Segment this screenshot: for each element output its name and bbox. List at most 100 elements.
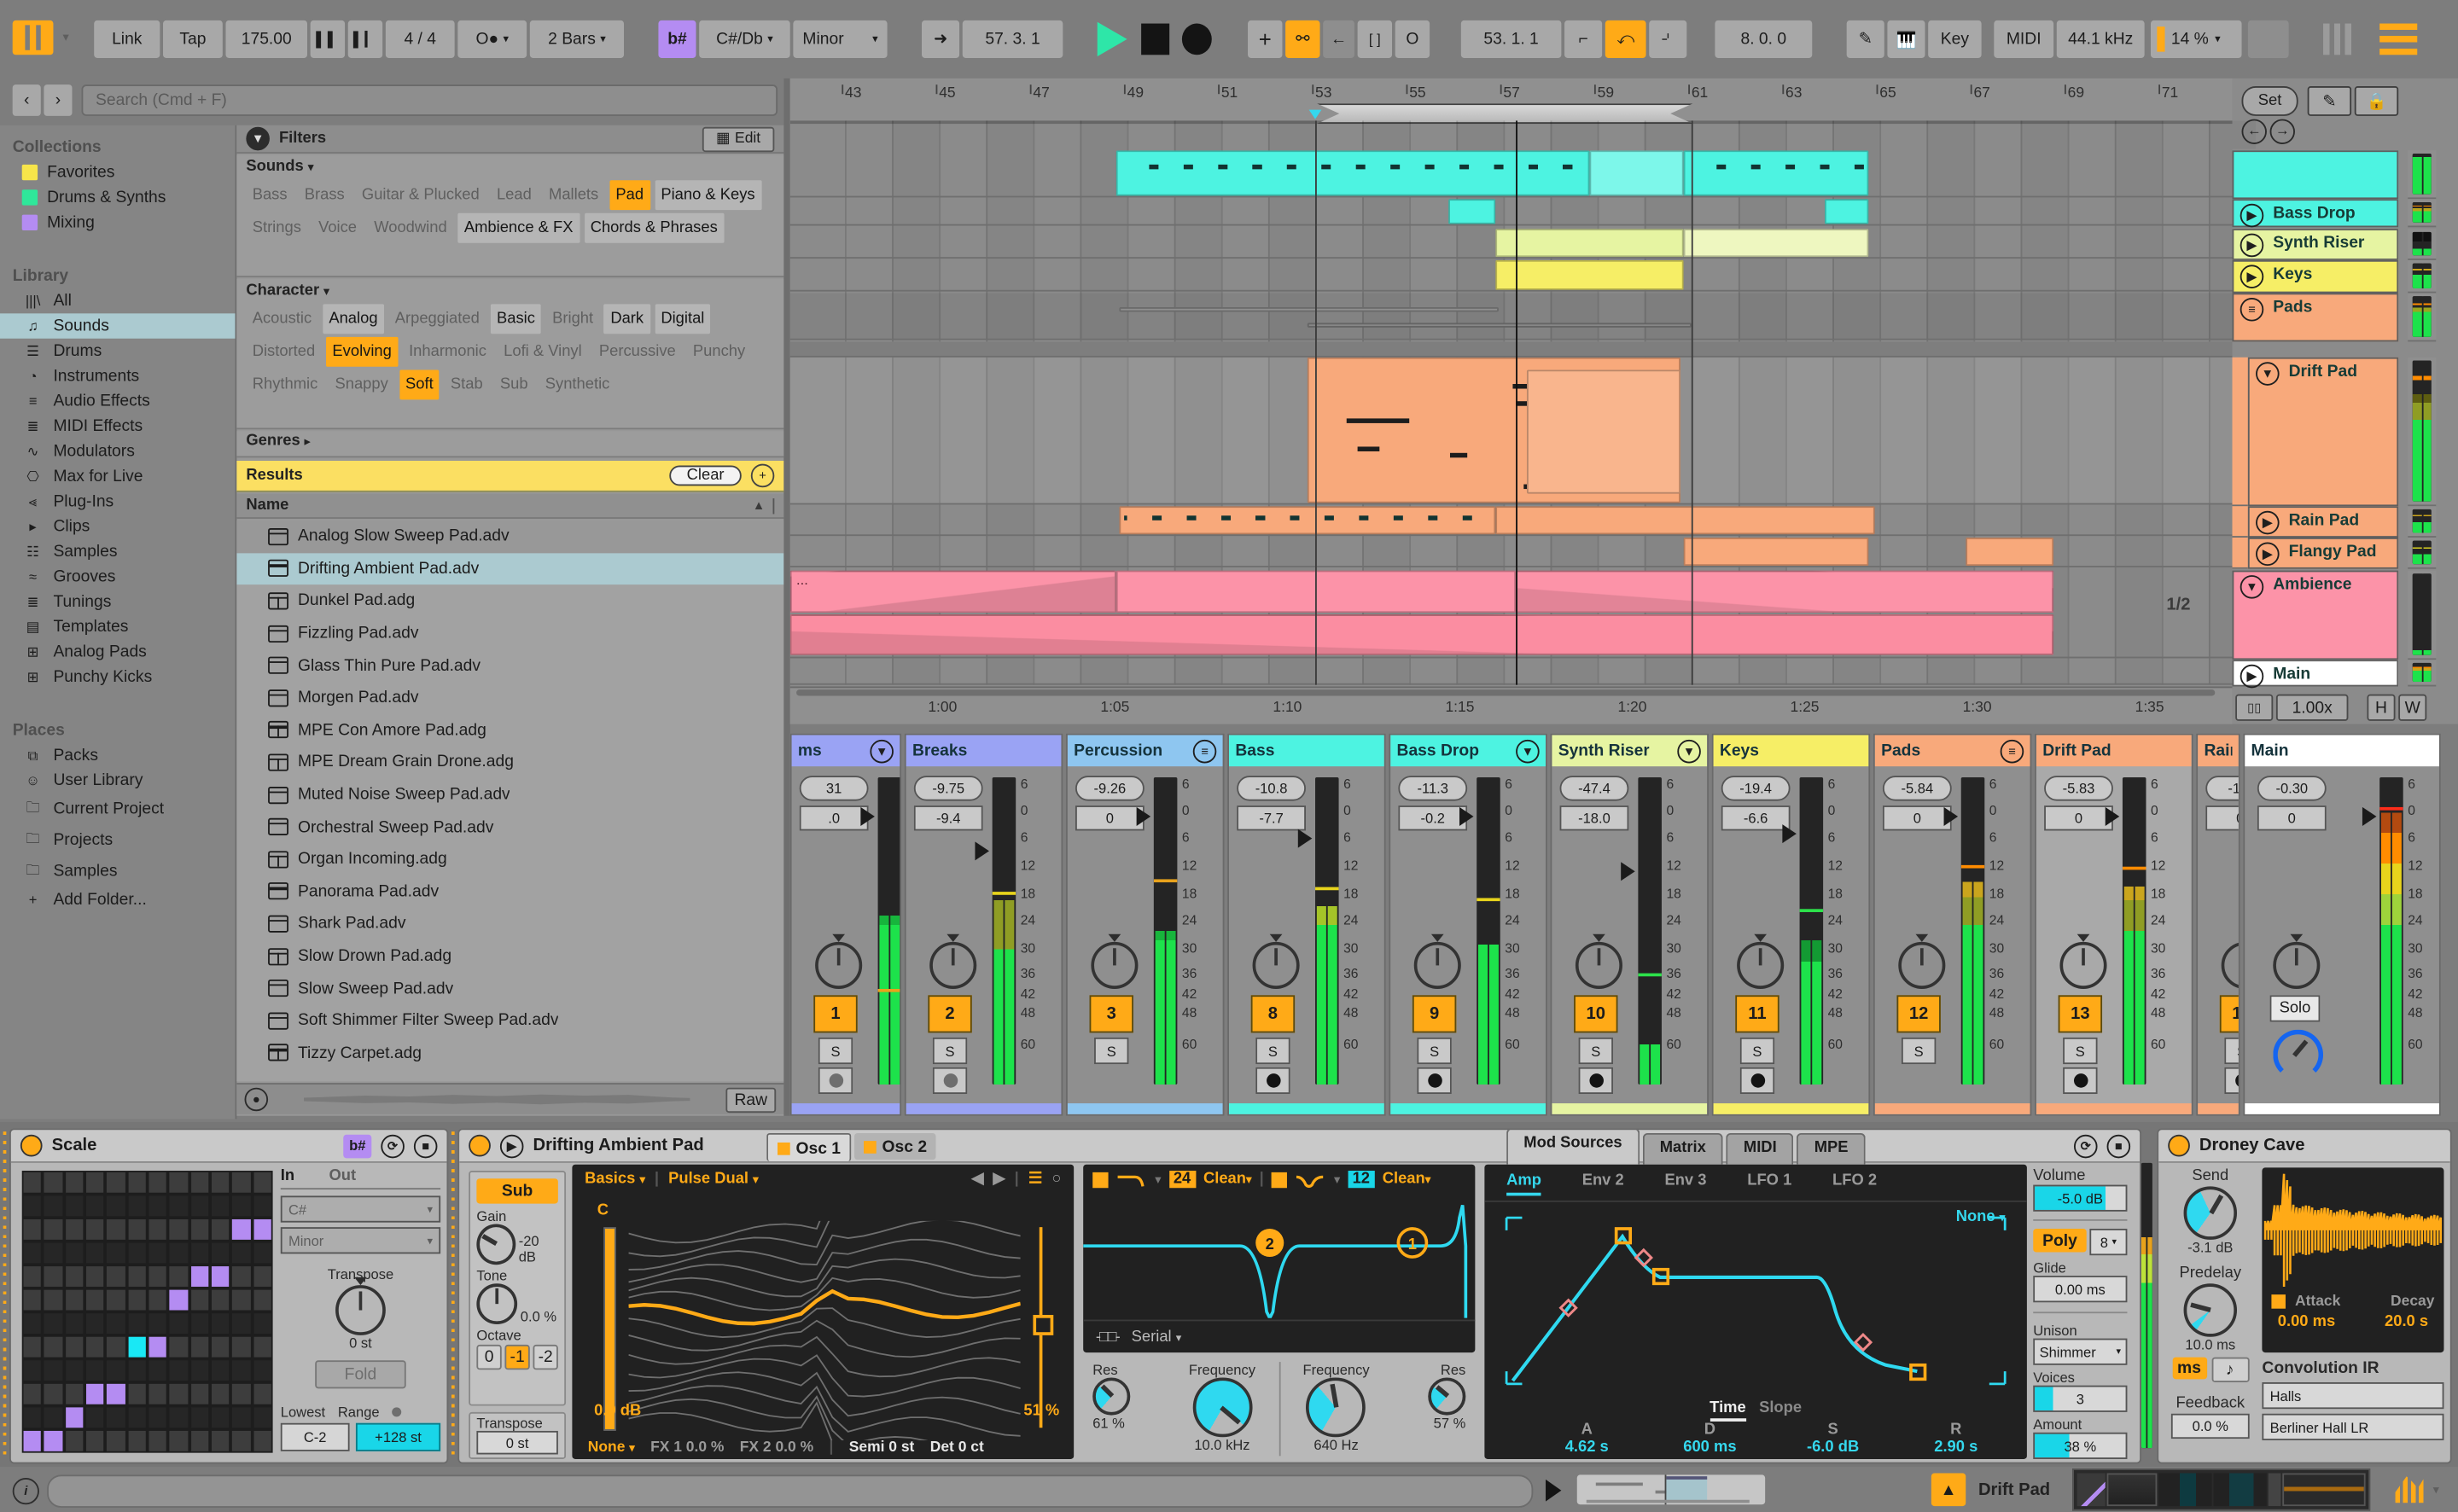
track-lane-keys[interactable]	[789, 259, 2233, 292]
res2-value[interactable]: 57 %	[1393, 1416, 1466, 1431]
fader-position-icon[interactable]	[1459, 806, 1474, 826]
arrangement-clip[interactable]	[1526, 369, 1680, 494]
scale-grid-cell[interactable]	[169, 1313, 188, 1335]
next-marker-button[interactable]: →	[2269, 119, 2295, 144]
solo-button[interactable]: S	[932, 1037, 968, 1065]
solo-button[interactable]: S	[818, 1037, 853, 1065]
groove-menu[interactable]: 2 Bars ▾	[529, 20, 625, 58]
mixer-channel-bass[interactable]: Bass -10.8 -7.7 6 0 6 12 18 24 30 36 42 48 60 8 S	[1227, 733, 1386, 1116]
track-chevron-icon[interactable]: ▼	[870, 739, 894, 763]
wavetable-on-toggle[interactable]	[469, 1134, 491, 1157]
list-item[interactable]: Drifting Ambient Pad.adv	[236, 552, 784, 585]
scale-grid-cell[interactable]	[253, 1195, 271, 1217]
key-scale-menu[interactable]: Minor ▾	[793, 20, 888, 58]
wt-transpose-field[interactable]: 0 st	[476, 1430, 558, 1455]
scale-grid-cell[interactable]	[107, 1242, 125, 1264]
character-tag-sub[interactable]: Sub	[494, 369, 534, 399]
lock-envelopes-button[interactable]: 🔒	[2354, 86, 2399, 116]
scale-transpose-value[interactable]: 0 st	[281, 1335, 440, 1351]
scale-grid-cell[interactable]	[44, 1383, 62, 1404]
tempo-field[interactable]: 175.00	[225, 20, 307, 58]
arm-button[interactable]	[1417, 1067, 1452, 1095]
list-item[interactable]: Slow Sweep Pad.adv	[236, 972, 783, 1004]
pan-knob[interactable]	[1575, 933, 1623, 989]
list-item[interactable]: Organ Incoming.adg	[236, 843, 783, 875]
scale-grid-cell[interactable]	[169, 1407, 188, 1428]
volume-field[interactable]: -9.4	[913, 805, 983, 831]
track-chevron-icon[interactable]: ▼	[2240, 575, 2264, 599]
scale-grid-cell[interactable]	[65, 1172, 84, 1193]
crossfader-knob[interactable]	[2273, 1029, 2324, 1080]
character-tag-digital[interactable]: Digital	[654, 304, 711, 334]
sidebar-item-instruments[interactable]: ◔ Instruments	[0, 363, 236, 388]
pan-knob[interactable]	[1252, 933, 1300, 989]
scale-grid-cell[interactable]	[149, 1172, 167, 1193]
filter2-mode-select[interactable]: Clean▾	[1383, 1171, 1430, 1188]
channel-header[interactable]: Breaks	[906, 735, 1062, 767]
pan-knob[interactable]	[2221, 933, 2239, 989]
track-fold-play-icon[interactable]: ▶	[2240, 233, 2264, 258]
track-header-keys[interactable]: ▶ Keys	[2232, 259, 2399, 294]
sidebar-item-add-folder-[interactable]: + Add Folder...	[0, 887, 236, 912]
env-tab-amp[interactable]: Amp	[1506, 1172, 1541, 1196]
predelay-value[interactable]: 10.0 ms	[2165, 1337, 2257, 1352]
env-tab-env-[interactable]: Env 2	[1582, 1172, 1624, 1196]
list-item[interactable]: Orchestral Sweep Pad.adv	[236, 811, 783, 843]
character-tag-soft[interactable]: Soft	[399, 369, 440, 400]
scale-grid-cell[interactable]	[65, 1336, 84, 1358]
scale-grid-cell[interactable]	[253, 1242, 271, 1264]
scale-note-grid[interactable]	[21, 1171, 273, 1453]
ir-category-select[interactable]: Halls	[2262, 1381, 2444, 1410]
time-ruler[interactable]: 1:00 1:05 1:10 1:15 1:20 1:25 1:30 1:35	[789, 686, 2233, 724]
scale-grid-cell[interactable]	[232, 1383, 251, 1404]
set-locator-button[interactable]: Set	[2241, 86, 2298, 116]
peak-value-pill[interactable]: -0.30	[2257, 776, 2327, 801]
scale-active-cell[interactable]	[190, 1266, 209, 1287]
list-item[interactable]: Morgen Pad.adv	[236, 682, 783, 714]
adsr-value[interactable]: -6.0 dB	[1778, 1439, 1888, 1456]
sounds-tag-woodwind[interactable]: Woodwind	[368, 213, 453, 243]
scale-grid-cell[interactable]	[127, 1407, 146, 1428]
freq1-value[interactable]: 10.0 kHz	[1175, 1437, 1269, 1452]
filter2-slope-badge[interactable]: 12	[1348, 1171, 1375, 1189]
pan-knob[interactable]	[2273, 933, 2321, 989]
solo-button[interactable]: S	[1255, 1037, 1290, 1065]
send-value[interactable]: -3.1 dB	[2165, 1240, 2257, 1255]
arrangement-clip[interactable]	[1495, 229, 1684, 258]
scale-grid-cell[interactable]	[232, 1172, 251, 1193]
arrangement-clip[interactable]	[1966, 537, 2054, 567]
arrangement-clip[interactable]	[1495, 506, 1875, 535]
sounds-tag-mallets[interactable]: Mallets	[543, 180, 605, 210]
sub-gain-value[interactable]: -20 dB	[519, 1234, 558, 1265]
scale-grid-cell[interactable]	[86, 1430, 104, 1451]
scale-grid-cell[interactable]	[211, 1242, 230, 1264]
env-time-tab[interactable]: Time	[1710, 1399, 1746, 1422]
nudge-up-button[interactable]: ▌▎	[347, 20, 383, 58]
scale-grid-cell[interactable]	[169, 1336, 188, 1358]
scale-grid-cell[interactable]	[44, 1313, 62, 1335]
re-enable-automation-button[interactable]: O	[1395, 20, 1430, 58]
track-chevron-icon[interactable]: ▼	[1677, 739, 1701, 763]
filter-routing-select[interactable]: Serial ▾	[1132, 1329, 1182, 1346]
scale-grid-cell[interactable]	[211, 1289, 230, 1311]
scale-range-field[interactable]: +128 st	[355, 1422, 441, 1451]
scale-save-icon[interactable]: ■	[413, 1133, 438, 1158]
sub-tone-knob[interactable]	[476, 1283, 518, 1325]
scale-grid-cell[interactable]	[65, 1218, 84, 1240]
add-locator-button[interactable]: +	[1248, 20, 1283, 58]
track-number-button[interactable]: 11	[1735, 995, 1779, 1033]
mixer-channel-keys[interactable]: Keys -19.4 -6.6 6 0 6 12 18 24 30 36 42 48 60 11 S	[1711, 733, 1871, 1116]
scale-grid-cell[interactable]	[211, 1430, 230, 1451]
fader-position-icon[interactable]	[1943, 806, 1959, 826]
scale-grid-cell[interactable]	[23, 1336, 42, 1358]
pan-knob[interactable]	[1898, 933, 1946, 989]
track-header-drift-pad[interactable]: ▼ Drift Pad	[2247, 357, 2399, 507]
mod-tab-mod-sources[interactable]: Mod Sources	[1506, 1130, 1640, 1165]
wt-position-slider[interactable]	[603, 1227, 616, 1431]
output-levels-icon[interactable]	[2395, 1476, 2424, 1503]
tab-osc2[interactable]: Osc 2	[854, 1132, 936, 1160]
scale-grid-cell[interactable]	[23, 1266, 42, 1287]
fader-position-icon[interactable]	[1297, 829, 1313, 848]
scale-grid-cell[interactable]	[44, 1195, 62, 1217]
scale-grid-cell[interactable]	[169, 1266, 188, 1287]
